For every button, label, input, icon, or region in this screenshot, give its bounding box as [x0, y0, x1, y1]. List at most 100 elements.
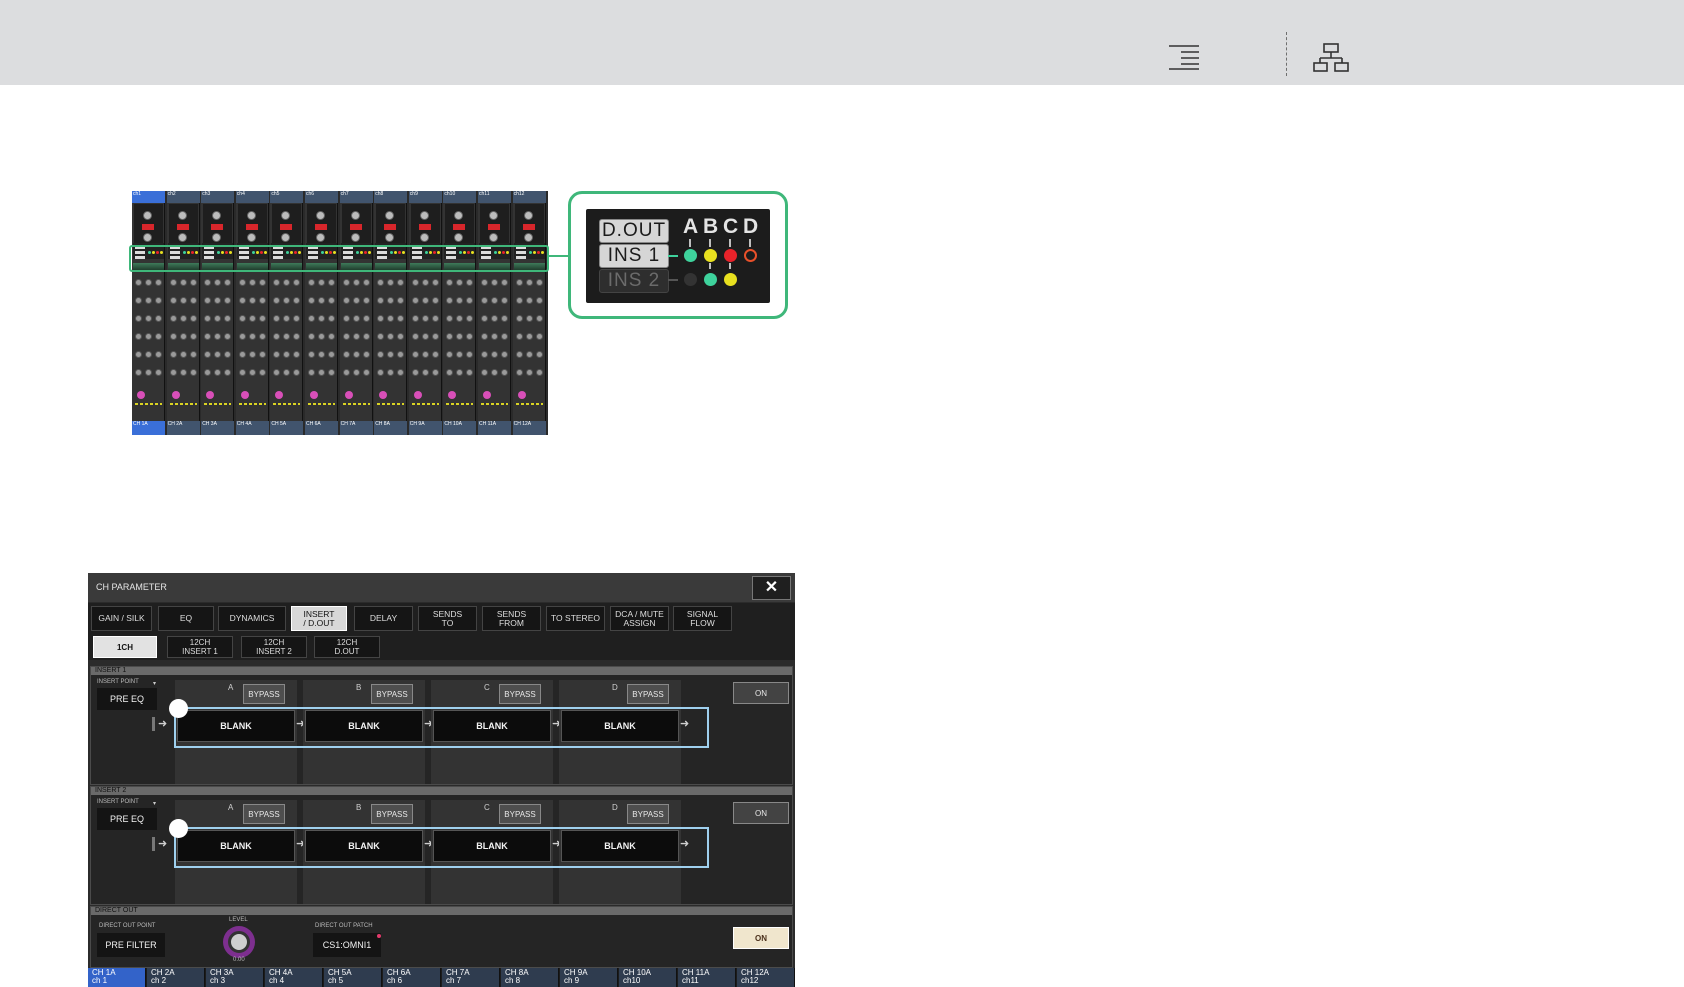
- tab-dca-mute-assign[interactable]: DCA / MUTE ASSIGN: [610, 606, 669, 631]
- channel-strip[interactable]: ch1 CH 1A: [132, 191, 165, 435]
- tab-to-stereo[interactable]: TO STEREO: [546, 606, 605, 631]
- send-knob: [179, 297, 187, 304]
- channel-strip[interactable]: ch4 CH 4A: [235, 191, 269, 435]
- channel-button[interactable]: CH 10A ch10: [619, 968, 677, 987]
- send-knob: [377, 369, 385, 376]
- channel-button[interactable]: CH 6A ch 6: [383, 968, 441, 987]
- bypass-button-d[interactable]: BYPASS: [627, 684, 669, 704]
- tab-insert-d-out[interactable]: INSERT / D.OUT: [291, 606, 347, 631]
- level-meter: [238, 403, 266, 405]
- channel-button[interactable]: CH 2A ch 2: [147, 968, 205, 987]
- send-knob: [189, 315, 197, 322]
- channel-strip[interactable]: ch8 CH 8A: [374, 191, 408, 435]
- close-button[interactable]: ✕: [752, 576, 791, 600]
- level-meter: [342, 403, 370, 405]
- channel-strip[interactable]: ch10 CH 10A: [443, 191, 477, 435]
- tab-dynamics[interactable]: DYNAMICS: [218, 606, 286, 631]
- send-knob: [535, 351, 543, 358]
- channel-button[interactable]: CH 12A ch12: [737, 968, 795, 987]
- red-indicator: [384, 224, 397, 230]
- insert-point-select[interactable]: PRE EQ: [97, 688, 157, 710]
- tab-eq[interactable]: EQ: [158, 606, 214, 631]
- channel-button[interactable]: CH 1A ch 1: [88, 968, 146, 987]
- channel-button[interactable]: CH 7A ch 7: [442, 968, 500, 987]
- send-knob: [189, 279, 197, 286]
- channel-strip[interactable]: ch9 CH 9A: [408, 191, 442, 435]
- direct-out-point-select[interactable]: PRE FILTER: [97, 933, 165, 957]
- direct-out-patch-select[interactable]: CS1:OMNI1: [313, 933, 381, 957]
- channel-strip[interactable]: ch12 CH 12A: [512, 191, 546, 435]
- bypass-button-b[interactable]: BYPASS: [371, 804, 413, 824]
- bypass-button-c[interactable]: BYPASS: [499, 804, 541, 824]
- send-knob: [515, 297, 523, 304]
- pan-knob: [171, 391, 180, 399]
- insert-on-button[interactable]: ON: [733, 802, 789, 824]
- send-knob: [397, 333, 405, 340]
- bypass-button-b[interactable]: BYPASS: [371, 684, 413, 704]
- bypass-button-c[interactable]: BYPASS: [499, 684, 541, 704]
- send-knob: [328, 279, 335, 286]
- channel-button[interactable]: CH 8A ch 8: [501, 968, 559, 987]
- channel-strip-name: ch10: [443, 191, 477, 203]
- subtab-12ch-d-out[interactable]: 12CH D.OUT: [314, 636, 380, 658]
- channel-strip[interactable]: ch7 CH 7A: [339, 191, 373, 435]
- channel-strip[interactable]: ch6 CH 6A: [305, 191, 338, 435]
- pan-knob: [206, 391, 215, 399]
- send-knob: [248, 297, 256, 304]
- channel-button[interactable]: CH 4A ch 4: [265, 968, 323, 987]
- subtab-12ch-insert-2[interactable]: 12CH INSERT 2: [241, 636, 307, 658]
- send-knob: [214, 297, 222, 304]
- bypass-button-a[interactable]: BYPASS: [243, 684, 285, 704]
- channel-button[interactable]: CH 9A ch 9: [560, 968, 618, 987]
- insert-point-select[interactable]: PRE EQ: [97, 808, 157, 830]
- send-knob: [411, 315, 419, 322]
- input-bar: [152, 837, 155, 851]
- channel-strip[interactable]: ch2 CH 2A: [166, 191, 200, 435]
- channel-strip[interactable]: ch3 CH 3A: [201, 191, 235, 435]
- bypass-button-d[interactable]: BYPASS: [627, 804, 669, 824]
- channel-strip-name: ch4: [235, 191, 269, 203]
- channel-button[interactable]: CH 5A ch 5: [324, 968, 382, 987]
- send-knob: [169, 297, 177, 304]
- tab-delay[interactable]: DELAY: [354, 606, 413, 631]
- channel-button[interactable]: CH 3A ch 3: [206, 968, 264, 987]
- send-knob: [377, 297, 385, 304]
- send-knob: [481, 333, 488, 340]
- send-knob: [293, 315, 301, 322]
- ins1-slot-a-dot: [684, 249, 697, 262]
- level-knob[interactable]: [223, 926, 255, 958]
- callout-connector: [547, 255, 569, 257]
- slot-letter: A: [228, 803, 234, 812]
- hierarchy-icon[interactable]: [1313, 43, 1349, 73]
- send-knob: [446, 279, 454, 286]
- send-knob: [387, 315, 395, 322]
- tab-signal-flow[interactable]: SIGNAL FLOW: [673, 606, 732, 631]
- level-meter: [377, 403, 405, 405]
- slot-letter-a: A: [683, 215, 699, 238]
- ch-parameter-window: CH PARAMETER ✕ GAIN / SILK EQ DYNAMICS INSE…: [88, 573, 795, 987]
- tab-sends-from[interactable]: SENDS FROM: [482, 606, 541, 631]
- subtab-12ch-insert-1[interactable]: 12CH INSERT 1: [167, 636, 233, 658]
- text-align-right-icon[interactable]: [1167, 44, 1201, 70]
- direct-out-on-button[interactable]: ON: [733, 927, 789, 949]
- subtab-1ch[interactable]: 1CH: [93, 636, 157, 658]
- send-knob: [308, 369, 315, 376]
- channel-strip[interactable]: ch11 CH 11A: [478, 191, 511, 435]
- send-knob: [214, 315, 222, 322]
- channel-strip-name: ch9: [408, 191, 442, 203]
- send-knob: [501, 351, 508, 358]
- channel-button[interactable]: CH 11A ch11: [678, 968, 736, 987]
- tab-gain-silk[interactable]: GAIN / SILK: [91, 606, 152, 631]
- dynamics-knob: [489, 233, 498, 242]
- slot-letter: D: [612, 683, 618, 692]
- send-knob: [308, 279, 315, 286]
- bypass-button-a[interactable]: BYPASS: [243, 804, 285, 824]
- send-knob: [155, 279, 162, 286]
- channel-strip[interactable]: ch5 CH 5A: [270, 191, 304, 435]
- dynamics-knob: [316, 233, 325, 242]
- tab-sends-to[interactable]: SENDS TO: [418, 606, 477, 631]
- section-header: INSERT 2: [91, 787, 792, 795]
- send-knob: [377, 315, 385, 322]
- send-knob: [411, 333, 419, 340]
- insert-on-button[interactable]: ON: [733, 682, 789, 704]
